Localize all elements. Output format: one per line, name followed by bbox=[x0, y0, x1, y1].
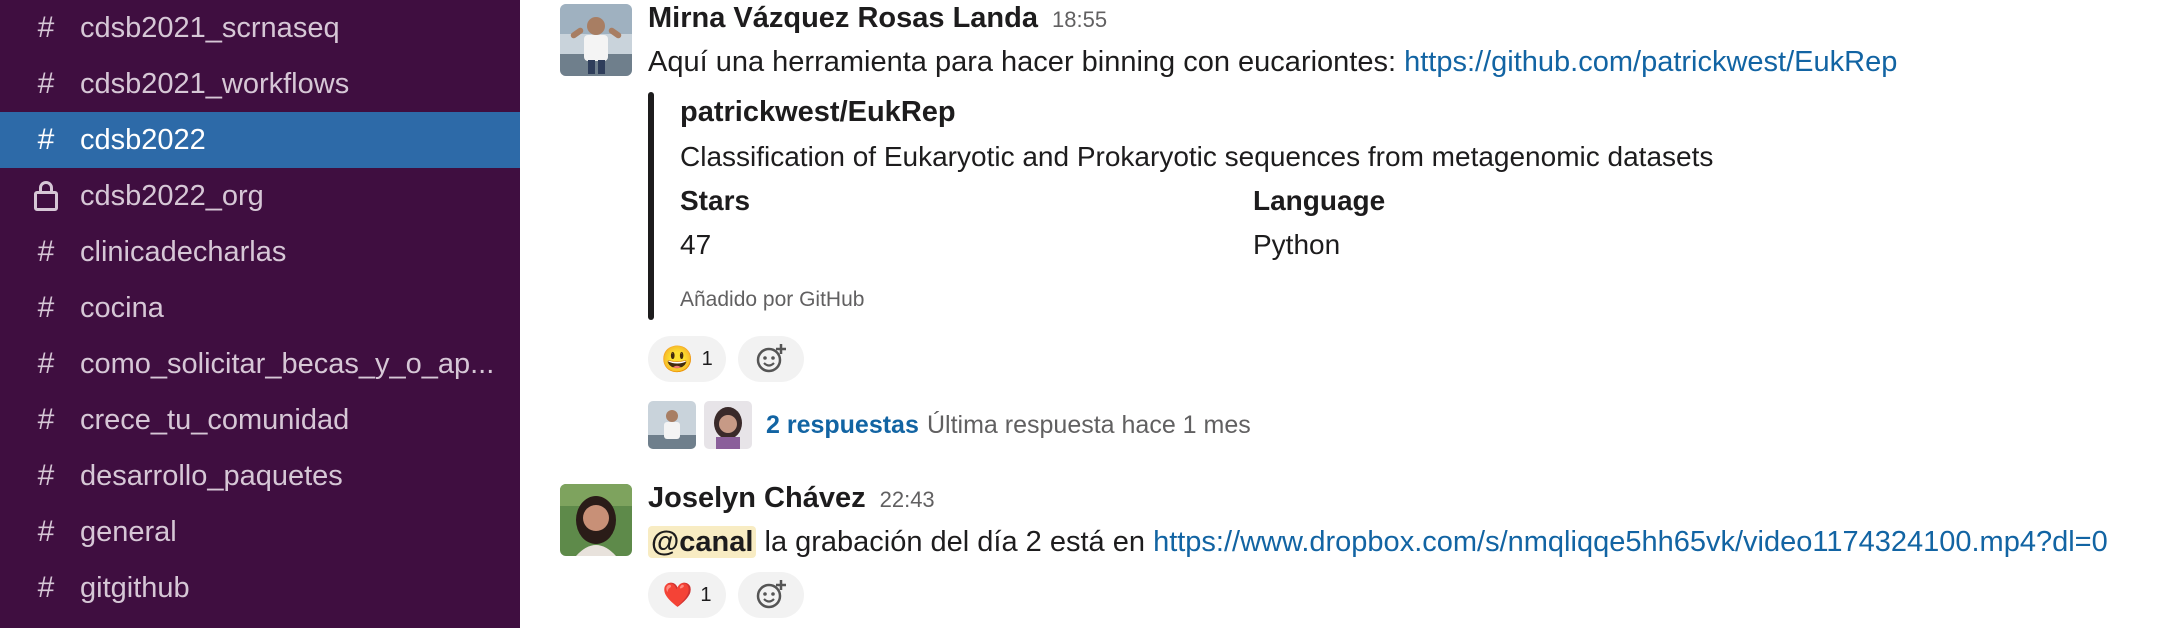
message-body: la grabación del día 2 está en bbox=[756, 526, 1154, 558]
field-label-stars: Stars bbox=[680, 185, 751, 216]
message-text: Aquí una herramienta para hacer binning … bbox=[648, 46, 1897, 79]
channel-name: como_solicitar_becas_y_o_ap... bbox=[80, 347, 495, 380]
add-emoji-icon bbox=[756, 580, 786, 609]
sidebar-item-como-solicitar-becas[interactable]: # como_solicitar_becas_y_o_ap... bbox=[0, 336, 520, 392]
thread-replies-link[interactable]: 2 respuestas bbox=[766, 411, 919, 440]
sidebar-item-clinicadecharlas[interactable]: # clinicadecharlas bbox=[0, 224, 520, 280]
lock-icon bbox=[28, 181, 64, 211]
heart-icon: ❤️ bbox=[662, 581, 693, 609]
message-pane: Mirna Vázquez Rosas Landa 18:55 Aquí una… bbox=[520, 0, 2174, 628]
sidebar-item-cocina[interactable]: # cocina bbox=[0, 280, 520, 336]
sidebar-item-cdsb2022[interactable]: # cdsb2022 bbox=[0, 112, 520, 168]
add-emoji-icon bbox=[756, 344, 786, 373]
hash-icon: # bbox=[37, 67, 55, 100]
add-reaction-button[interactable] bbox=[738, 572, 804, 618]
channel-name: cocina bbox=[80, 291, 164, 324]
avatar[interactable] bbox=[560, 4, 632, 76]
add-reaction-button[interactable] bbox=[738, 336, 804, 382]
sender-name[interactable]: Mirna Vázquez Rosas Landa bbox=[648, 2, 1038, 35]
sidebar-item-cdsb2022-org[interactable]: cdsb2022_org bbox=[0, 168, 520, 224]
reaction-button[interactable]: ❤️ 1 bbox=[648, 572, 726, 618]
channel-name: crece_tu_comunidad bbox=[80, 403, 350, 436]
sidebar-item-general[interactable]: # general bbox=[0, 504, 520, 560]
message-link[interactable]: https://www.dropbox.com/s/nmqliqqe5hh65v… bbox=[1153, 526, 2108, 558]
thread-participant-avatar bbox=[648, 401, 696, 449]
sidebar-item-gitgithub[interactable]: # gitgithub bbox=[0, 560, 520, 616]
thread-participant-avatar bbox=[704, 401, 752, 449]
hash-icon: # bbox=[37, 11, 55, 44]
sidebar-item-cdsb2021-workflows[interactable]: # cdsb2021_workflows bbox=[0, 56, 520, 112]
channel-mention[interactable]: @canal bbox=[648, 526, 757, 558]
message-header: Mirna Vázquez Rosas Landa 18:55 bbox=[648, 2, 1107, 35]
sender-name[interactable]: Joselyn Chávez bbox=[648, 482, 866, 515]
sidebar-item-cdsb2021-scrnaseq[interactable]: # cdsb2021_scrnaseq bbox=[0, 0, 520, 56]
grinning-face-icon: 😃 bbox=[661, 343, 694, 374]
hash-icon: # bbox=[37, 235, 55, 268]
unfurl-footer: Añadido por GitHub bbox=[680, 288, 865, 311]
reaction-count: 1 bbox=[701, 347, 713, 370]
channel-sidebar: # cdsb2021_scrnaseq # cdsb2021_workflows… bbox=[0, 0, 520, 628]
timestamp[interactable]: 22:43 bbox=[880, 487, 935, 513]
unfurl-accent-bar bbox=[648, 92, 654, 320]
hash-icon: # bbox=[37, 291, 55, 324]
channel-name: cdsb2022 bbox=[80, 123, 206, 156]
avatar[interactable] bbox=[560, 484, 632, 556]
sidebar-item-desarrollo-paquetes[interactable]: # desarrollo_paquetes bbox=[0, 448, 520, 504]
hash-icon: # bbox=[37, 123, 55, 156]
field-label-language: Language bbox=[1253, 185, 1386, 216]
unfurl-title[interactable]: patrickwest/EukRep bbox=[680, 96, 956, 129]
unfurl-description: Classification of Eukaryotic and Prokary… bbox=[680, 141, 1714, 172]
channel-name: clinicadecharlas bbox=[80, 235, 287, 268]
message-text: @canal la grabación del día 2 está en ht… bbox=[648, 526, 2108, 559]
hash-icon: # bbox=[37, 459, 55, 492]
channel-name: cdsb2022_org bbox=[80, 179, 264, 212]
thread-last-reply: Última respuesta hace 1 mes bbox=[927, 411, 1251, 439]
reaction-count: 1 bbox=[700, 583, 712, 606]
field-value-language: Python bbox=[1253, 229, 1341, 260]
sidebar-item-crece-tu-comunidad[interactable]: # crece_tu_comunidad bbox=[0, 392, 520, 448]
channel-name: cdsb2021_workflows bbox=[80, 67, 350, 100]
field-value-stars: 47 bbox=[680, 229, 712, 260]
message-link[interactable]: https://github.com/patrickwest/EukRep bbox=[1404, 46, 1897, 78]
channel-name: desarrollo_paquetes bbox=[80, 459, 343, 492]
channel-name: cdsb2021_scrnaseq bbox=[80, 11, 340, 44]
channel-name: gitgithub bbox=[80, 571, 190, 604]
timestamp[interactable]: 18:55 bbox=[1052, 7, 1107, 33]
hash-icon: # bbox=[37, 571, 55, 604]
message-header: Joselyn Chávez 22:43 bbox=[648, 482, 935, 515]
reaction-button[interactable]: 😃 1 bbox=[648, 336, 726, 382]
hash-icon: # bbox=[37, 347, 55, 380]
channel-name: general bbox=[80, 515, 177, 548]
hash-icon: # bbox=[37, 403, 55, 436]
message-body: Aquí una herramienta para hacer binning … bbox=[648, 46, 1405, 78]
hash-icon: # bbox=[37, 515, 55, 548]
